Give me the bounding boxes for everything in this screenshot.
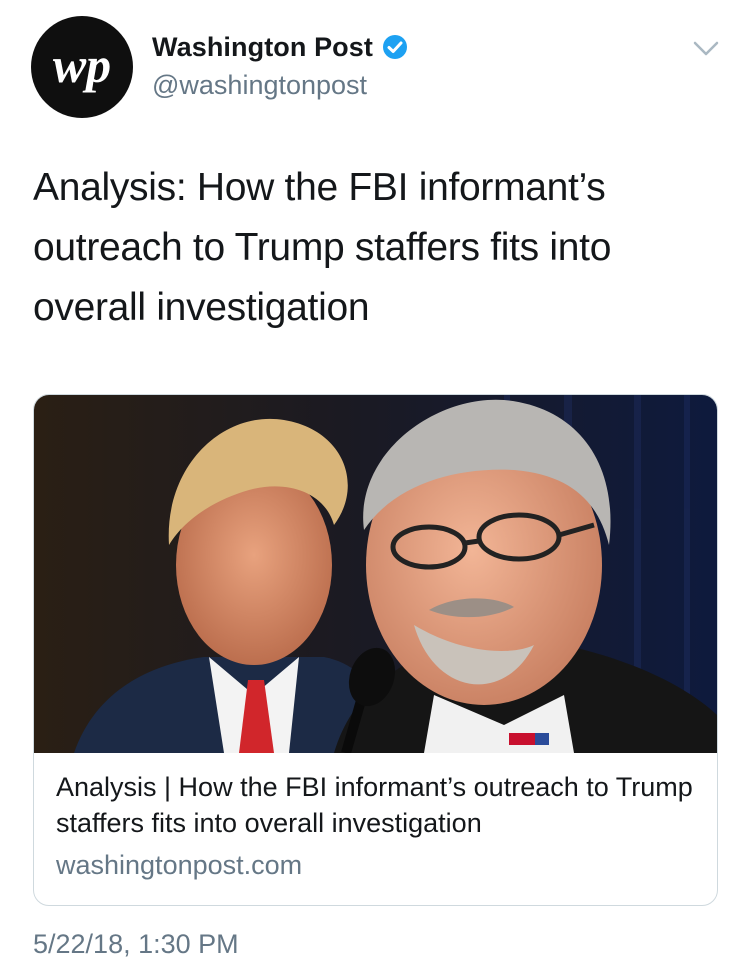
author-block: Washington Post @washingtonpost: [152, 30, 409, 101]
news-photo-graphic: [34, 395, 717, 753]
card-title[interactable]: Analysis | How the FBI informant’s outre…: [56, 769, 706, 841]
tweet-timestamp[interactable]: 5/22/18, 1:30 PM: [33, 929, 239, 960]
tweet-text: Analysis: How the FBI informant’s outrea…: [33, 166, 612, 329]
card-domain: washingtonpost.com: [56, 850, 303, 880]
news-photo[interactable]: [34, 395, 717, 753]
chevron-down-icon[interactable]: [693, 40, 719, 58]
logo-text: wp: [53, 37, 111, 93]
account-handle[interactable]: @washingtonpost: [152, 70, 409, 101]
verified-badge-icon: [381, 33, 409, 61]
tweet-header: wp Washington Post @washingtonpost: [0, 0, 749, 130]
card-body: Analysis | How the FBI informant’s outre…: [56, 769, 706, 883]
name-row: Washington Post: [152, 30, 409, 64]
avatar[interactable]: wp: [31, 16, 133, 118]
link-card[interactable]: Analysis | How the FBI informant’s outre…: [33, 394, 718, 906]
account-name[interactable]: Washington Post: [152, 32, 373, 63]
wp-logo-icon: wp: [53, 37, 111, 93]
